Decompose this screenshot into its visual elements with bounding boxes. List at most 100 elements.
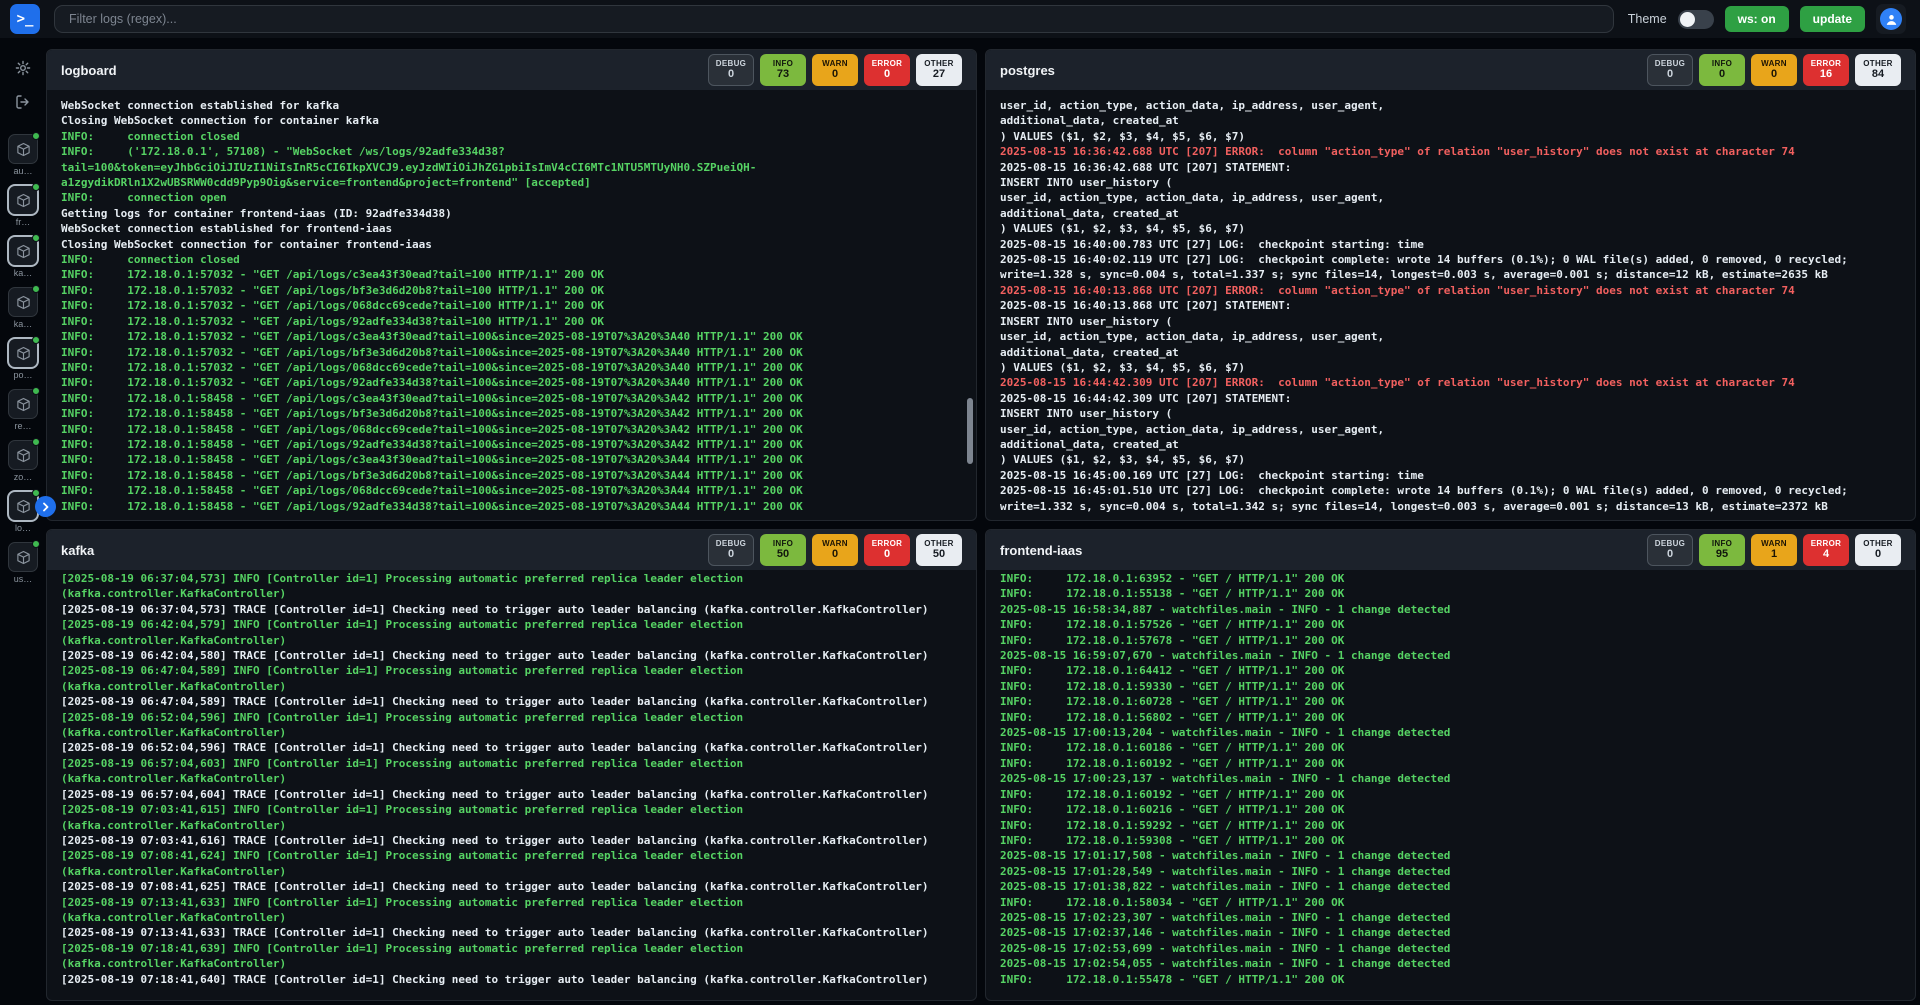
gear-icon [15,60,31,76]
theme-toggle[interactable] [1678,10,1714,29]
running-status-dot [32,387,40,395]
sidebar-container-item-5[interactable]: re… [2,389,44,431]
log-line: INSERT INTO user_history ( [1000,314,1901,329]
sidebar-container-item-0[interactable]: au… [2,134,44,176]
panel-logboard: logboard DEBUG0 INFO73 WARN0 ERROR0 OTHE… [46,49,977,521]
log-line: INFO: 172.18.0.1:57032 - "GET /api/logs/… [61,360,962,375]
log-output[interactable]: WebSocket connection established for kaf… [47,90,976,520]
info-badge[interactable]: INFO95 [1699,534,1745,566]
container-cube-icon [16,448,31,463]
container-icon[interactable] [8,440,38,470]
sidebar-container-item-4[interactable]: po… [2,338,44,380]
container-cube-icon [16,397,31,412]
log-line: [2025-08-19 07:13:41,633] TRACE [Control… [61,925,962,940]
log-line: write=1.328 s, sync=0.004 s, total=1.337… [1000,267,1901,282]
app-logo[interactable]: >_ [10,4,40,34]
debug-badge[interactable]: DEBUG0 [1647,54,1693,86]
container-icon[interactable] [8,338,38,368]
ws-status-button[interactable]: ws: on [1725,6,1789,32]
badge-count: 0 [728,548,734,561]
error-badge[interactable]: ERROR4 [1803,534,1849,566]
container-icon[interactable] [8,185,38,215]
other-badge[interactable]: OTHER84 [1855,54,1901,86]
user-avatar-button[interactable] [1876,4,1906,34]
badge-count: 50 [777,548,789,561]
log-line: 2025-08-15 16:40:13.868 UTC [207] ERROR:… [1000,283,1901,298]
log-line: (kafka.controller.KafkaController) [61,864,962,879]
sidebar-container-item-6[interactable]: zo… [2,440,44,482]
log-line: 2025-08-15 16:45:01.510 UTC [27] LOG: ch… [1000,483,1901,498]
error-badge[interactable]: ERROR0 [864,534,910,566]
container-icon[interactable] [8,491,38,521]
log-line: additional_data, created_at [1000,437,1901,452]
scrollbar-thumb[interactable] [967,398,973,464]
warn-badge[interactable]: WARN0 [1751,54,1797,86]
badge-label: OTHER [924,59,954,68]
debug-badge[interactable]: DEBUG0 [708,534,754,566]
log-line: INFO: 172.18.0.1:59292 - "GET / HTTP/1.1… [1000,818,1901,833]
level-badges: DEBUG0 INFO0 WARN0 ERROR16 OTHER84 [1647,54,1901,86]
log-line: WebSocket connection established for fro… [61,221,962,236]
sidebar-container-item-2[interactable]: ka… [2,236,44,278]
container-icon[interactable] [8,134,38,164]
sidebar-expand-button[interactable] [35,496,56,517]
log-line: 2025-08-15 16:36:42.688 UTC [207] ERROR:… [1000,144,1901,159]
log-line: INSERT INTO user_history ( [1000,175,1901,190]
update-button[interactable]: update [1800,6,1865,32]
badge-count: 0 [832,68,838,81]
sidebar-container-item-1[interactable]: fr… [2,185,44,227]
debug-badge[interactable]: DEBUG0 [1647,534,1693,566]
info-badge[interactable]: INFO73 [760,54,806,86]
level-badges: DEBUG0 INFO73 WARN0 ERROR0 OTHER27 [708,54,962,86]
log-line: (kafka.controller.KafkaController) [61,633,962,648]
log-line: [2025-08-19 07:03:41,616] TRACE [Control… [61,833,962,848]
badge-label: DEBUG [716,539,746,548]
sidebar: au…fr…ka…ka…po…re…zo…lo…us… [0,38,46,1005]
log-line: INFO: 172.18.0.1:57032 - "GET /api/logs/… [61,298,962,313]
log-line: 2025-08-15 17:01:38,822 - watchfiles.mai… [1000,879,1901,894]
container-cube-icon [16,499,31,514]
log-line: INFO: 172.18.0.1:58458 - "GET /api/logs/… [61,452,962,467]
debug-badge[interactable]: DEBUG0 [708,54,754,86]
badge-count: 0 [884,68,890,81]
info-badge[interactable]: INFO0 [1699,54,1745,86]
container-icon[interactable] [8,287,38,317]
filter-logs-input[interactable] [54,5,1614,33]
log-line: WebSocket connection established for kaf… [61,98,962,113]
logout-button[interactable] [9,88,37,116]
warn-badge[interactable]: WARN1 [1751,534,1797,566]
log-line: user_id, action_type, action_data, ip_ad… [1000,329,1901,344]
settings-button[interactable] [9,54,37,82]
container-icon[interactable] [8,542,38,572]
other-badge[interactable]: OTHER27 [916,54,962,86]
log-output[interactable]: INFO: 172.18.0.1:63952 - "GET / HTTP/1.1… [986,563,1915,1000]
sidebar-container-item-3[interactable]: ka… [2,287,44,329]
log-line: INFO: ('172.18.0.1', 57108) - "WebSocket… [61,144,962,159]
log-line: INFO: connection open [61,190,962,205]
sidebar-container-item-8[interactable]: us… [2,542,44,584]
log-line: [2025-08-19 06:47:04,589] TRACE [Control… [61,694,962,709]
panel-title: kafka [61,543,94,558]
log-line: ) VALUES ($1, $2, $3, $4, $5, $6, $7) [1000,129,1901,144]
log-output[interactable]: user_id, action_type, action_data, ip_ad… [986,90,1915,520]
other-badge[interactable]: OTHER0 [1855,534,1901,566]
log-line: INFO: connection closed [61,252,962,267]
log-line: [2025-08-19 06:47:04,589] INFO [Controll… [61,663,962,678]
container-label: ka… [14,268,33,278]
warn-badge[interactable]: WARN0 [812,54,858,86]
badge-label: INFO [773,539,793,548]
log-line: [2025-08-19 06:42:04,579] INFO [Controll… [61,617,962,632]
log-line: INSERT INTO user_history ( [1000,406,1901,421]
log-output[interactable]: [2025-08-19 06:37:04,573] INFO [Controll… [47,563,976,1000]
error-badge[interactable]: ERROR0 [864,54,910,86]
error-badge[interactable]: ERROR16 [1803,54,1849,86]
log-line: Closing WebSocket connection for contain… [61,237,962,252]
info-badge[interactable]: INFO50 [760,534,806,566]
warn-badge[interactable]: WARN0 [812,534,858,566]
badge-count: 16 [1820,68,1832,81]
container-icon[interactable] [8,389,38,419]
log-line: 2025-08-15 17:01:17,508 - watchfiles.mai… [1000,848,1901,863]
container-icon[interactable] [8,236,38,266]
badge-count: 84 [1872,68,1884,81]
other-badge[interactable]: OTHER50 [916,534,962,566]
